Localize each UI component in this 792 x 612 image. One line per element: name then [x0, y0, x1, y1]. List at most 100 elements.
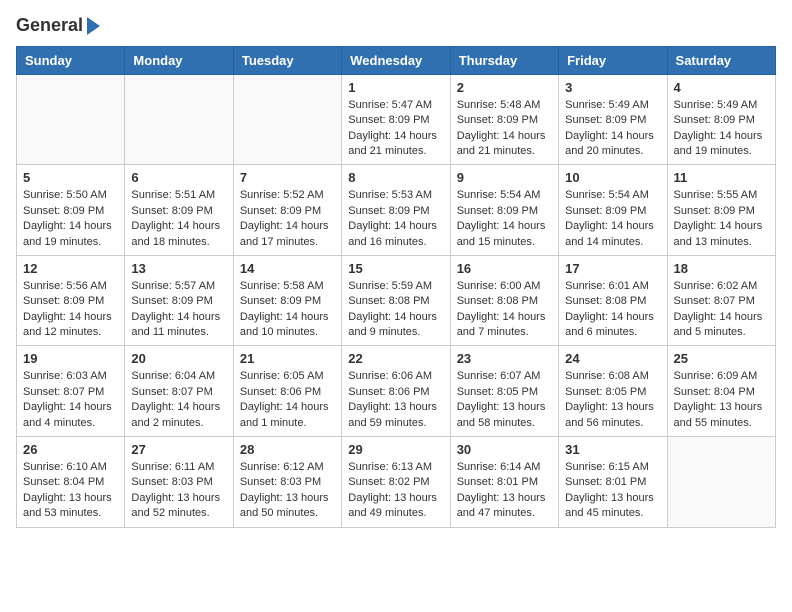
day-info: Sunrise: 5:54 AMSunset: 8:09 PMDaylight:… — [565, 188, 660, 250]
calendar-cell: 21 Sunrise: 6:05 AMSunset: 8:06 PMDayligh… — [233, 346, 341, 437]
day-number: 24 — [565, 351, 660, 366]
calendar-header-wednesday: Wednesday — [342, 46, 450, 74]
day-number: 3 — [565, 80, 660, 95]
calendar-cell: 30Sunrise: 6:14 AMSunset: 8:01 PMDayligh… — [450, 437, 558, 528]
day-number: 7 — [240, 170, 335, 185]
day-number: 21 — [240, 351, 335, 366]
day-number: 12 — [23, 261, 118, 276]
day-info: Sunrise: 6:06 AMSunset: 8:06 PMDaylight:… — [348, 369, 443, 431]
calendar-cell: 17 Sunrise: 6:01 AMSunset: 8:08 PMDayligh… — [559, 255, 667, 346]
day-info: Sunrise: 5:50 AMSunset: 8:09 PMDaylight:… — [23, 188, 118, 250]
logo-arrow-icon — [87, 17, 100, 35]
day-number: 11 — [674, 170, 769, 185]
day-info: Sunrise: 6:04 AMSunset: 8:07 PMDaylight:… — [131, 369, 226, 431]
day-info: Sunrise: 6:10 AMSunset: 8:04 PMDaylight:… — [23, 460, 118, 522]
calendar-cell: 19 Sunrise: 6:03 AMSunset: 8:07 PMDayligh… — [17, 346, 125, 437]
day-info: Sunrise: 6:14 AMSunset: 8:01 PMDaylight:… — [457, 460, 552, 522]
day-info: Sunrise: 5:56 AMSunset: 8:09 PMDaylight:… — [23, 279, 118, 341]
day-number: 19 — [23, 351, 118, 366]
week-row-4: 19 Sunrise: 6:03 AMSunset: 8:07 PMDayligh… — [17, 346, 776, 437]
calendar-cell: 26Sunrise: 6:10 AMSunset: 8:04 PMDayligh… — [17, 437, 125, 528]
day-info: Sunrise: 6:15 AMSunset: 8:01 PMDaylight:… — [565, 460, 660, 522]
day-number: 14 — [240, 261, 335, 276]
calendar-cell: 29Sunrise: 6:13 AMSunset: 8:02 PMDayligh… — [342, 437, 450, 528]
week-row-1: 1Sunrise: 5:47 AMSunset: 8:09 PMDaylight… — [17, 74, 776, 165]
calendar-cell — [125, 74, 233, 165]
calendar-cell: 7 Sunrise: 5:52 AMSunset: 8:09 PMDaylight… — [233, 165, 341, 256]
day-number: 2 — [457, 80, 552, 95]
day-number: 27 — [131, 442, 226, 457]
calendar-header-friday: Friday — [559, 46, 667, 74]
calendar-cell: 18 Sunrise: 6:02 AMSunset: 8:07 PMDayligh… — [667, 255, 775, 346]
calendar-cell: 14 Sunrise: 5:58 AMSunset: 8:09 PMDayligh… — [233, 255, 341, 346]
day-info: Sunrise: 5:54 AMSunset: 8:09 PMDaylight:… — [457, 188, 552, 250]
day-info: Sunrise: 6:05 AMSunset: 8:06 PMDaylight:… — [240, 369, 335, 431]
calendar-header-monday: Monday — [125, 46, 233, 74]
day-number: 22 — [348, 351, 443, 366]
calendar-cell: 12 Sunrise: 5:56 AMSunset: 8:09 PMDayligh… — [17, 255, 125, 346]
calendar-cell: 27 Sunrise: 6:11 AMSunset: 8:03 PMDayligh… — [125, 437, 233, 528]
calendar-header-row: SundayMondayTuesdayWednesdayThursdayFrid… — [17, 46, 776, 74]
day-info: Sunrise: 6:11 AMSunset: 8:03 PMDaylight:… — [131, 460, 226, 522]
calendar-cell: 4Sunrise: 5:49 AMSunset: 8:09 PMDaylight… — [667, 74, 775, 165]
calendar-cell — [667, 437, 775, 528]
calendar-cell: 2 Sunrise: 5:48 AMSunset: 8:09 PMDaylight… — [450, 74, 558, 165]
calendar-header-tuesday: Tuesday — [233, 46, 341, 74]
week-row-3: 12 Sunrise: 5:56 AMSunset: 8:09 PMDayligh… — [17, 255, 776, 346]
calendar-cell: 8 Sunrise: 5:53 AMSunset: 8:09 PMDaylight… — [342, 165, 450, 256]
calendar-cell: 28 Sunrise: 6:12 AMSunset: 8:03 PMDayligh… — [233, 437, 341, 528]
day-number: 6 — [131, 170, 226, 185]
day-info: Sunrise: 6:02 AMSunset: 8:07 PMDaylight:… — [674, 279, 769, 341]
day-number: 25 — [674, 351, 769, 366]
day-info: Sunrise: 5:49 AMSunset: 8:09 PMDaylight:… — [565, 98, 660, 160]
day-info: Sunrise: 5:59 AMSunset: 8:08 PMDaylight:… — [348, 279, 443, 341]
day-number: 13 — [131, 261, 226, 276]
logo-text-general: General — [16, 16, 83, 36]
day-info: Sunrise: 5:58 AMSunset: 8:09 PMDaylight:… — [240, 279, 335, 341]
day-number: 31 — [565, 442, 660, 457]
page-header: General — [16, 16, 776, 34]
calendar-cell: 10Sunrise: 5:54 AMSunset: 8:09 PMDayligh… — [559, 165, 667, 256]
week-row-5: 26Sunrise: 6:10 AMSunset: 8:04 PMDayligh… — [17, 437, 776, 528]
calendar-cell: 3 Sunrise: 5:49 AMSunset: 8:09 PMDaylight… — [559, 74, 667, 165]
day-number: 1 — [348, 80, 443, 95]
day-info: Sunrise: 5:52 AMSunset: 8:09 PMDaylight:… — [240, 188, 335, 250]
calendar-cell: 16Sunrise: 6:00 AMSunset: 8:08 PMDayligh… — [450, 255, 558, 346]
day-number: 20 — [131, 351, 226, 366]
day-number: 28 — [240, 442, 335, 457]
calendar-cell: 1Sunrise: 5:47 AMSunset: 8:09 PMDaylight… — [342, 74, 450, 165]
calendar-cell: 15 Sunrise: 5:59 AMSunset: 8:08 PMDayligh… — [342, 255, 450, 346]
calendar-cell: 5Sunrise: 5:50 AMSunset: 8:09 PMDaylight… — [17, 165, 125, 256]
day-number: 23 — [457, 351, 552, 366]
day-info: Sunrise: 6:09 AMSunset: 8:04 PMDaylight:… — [674, 369, 769, 431]
calendar-cell — [233, 74, 341, 165]
calendar-cell: 6Sunrise: 5:51 AMSunset: 8:09 PMDaylight… — [125, 165, 233, 256]
calendar-cell: 9 Sunrise: 5:54 AMSunset: 8:09 PMDaylight… — [450, 165, 558, 256]
day-info: Sunrise: 6:01 AMSunset: 8:08 PMDaylight:… — [565, 279, 660, 341]
day-number: 29 — [348, 442, 443, 457]
calendar-header-sunday: Sunday — [17, 46, 125, 74]
day-number: 9 — [457, 170, 552, 185]
calendar-cell — [17, 74, 125, 165]
calendar-cell: 23 Sunrise: 6:07 AMSunset: 8:05 PMDayligh… — [450, 346, 558, 437]
calendar-table: SundayMondayTuesdayWednesdayThursdayFrid… — [16, 46, 776, 528]
day-info: Sunrise: 6:03 AMSunset: 8:07 PMDaylight:… — [23, 369, 118, 431]
day-info: Sunrise: 6:08 AMSunset: 8:05 PMDaylight:… — [565, 369, 660, 431]
day-info: Sunrise: 5:57 AMSunset: 8:09 PMDaylight:… — [131, 279, 226, 341]
day-number: 18 — [674, 261, 769, 276]
logo: General — [16, 16, 100, 34]
day-number: 17 — [565, 261, 660, 276]
calendar-header-saturday: Saturday — [667, 46, 775, 74]
day-number: 15 — [348, 261, 443, 276]
day-number: 4 — [674, 80, 769, 95]
calendar-cell: 31 Sunrise: 6:15 AMSunset: 8:01 PMDayligh… — [559, 437, 667, 528]
calendar-cell: 22 Sunrise: 6:06 AMSunset: 8:06 PMDayligh… — [342, 346, 450, 437]
day-info: Sunrise: 5:53 AMSunset: 8:09 PMDaylight:… — [348, 188, 443, 250]
day-number: 8 — [348, 170, 443, 185]
day-number: 16 — [457, 261, 552, 276]
day-info: Sunrise: 5:48 AMSunset: 8:09 PMDaylight:… — [457, 98, 552, 160]
calendar-cell: 24 Sunrise: 6:08 AMSunset: 8:05 PMDayligh… — [559, 346, 667, 437]
day-info: Sunrise: 6:07 AMSunset: 8:05 PMDaylight:… — [457, 369, 552, 431]
calendar-header-thursday: Thursday — [450, 46, 558, 74]
day-info: Sunrise: 6:12 AMSunset: 8:03 PMDaylight:… — [240, 460, 335, 522]
